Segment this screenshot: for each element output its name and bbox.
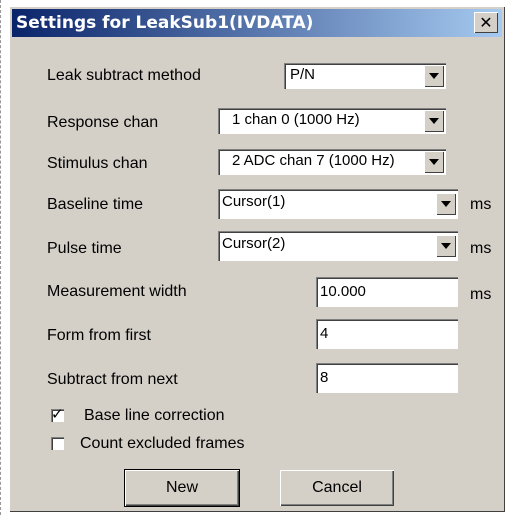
checkmark-icon: ✓ [51,406,64,423]
baseline-time-label: Baseline time [47,196,144,213]
baseline-correction-label[interactable]: Base line correction [84,406,225,426]
settings-dialog: Settings for LeakSub1(IVDATA) ✕ Leak sub… [9,6,505,512]
response-chan-value: 1 chan 0 (1000 Hz) [232,111,360,128]
baseline-time-combo[interactable]: Cursor(1) [218,189,458,219]
form-from-first-input[interactable] [320,323,454,343]
measurement-width-field[interactable] [316,277,458,307]
baseline-time-value: Cursor(1) [222,193,286,210]
close-icon: ✕ [479,13,493,32]
response-chan-label: Response chan [47,114,159,131]
dialog-title: Settings for LeakSub1(IVDATA) [16,13,314,33]
leak-method-label: Leak subtract method [47,67,201,84]
form-from-first-label: Form from first [47,327,151,344]
subtract-from-next-input[interactable] [320,367,454,387]
pulse-time-combo[interactable]: Cursor(2) [218,231,458,261]
form-from-first-field[interactable] [316,319,458,349]
stimulus-chan-label: Stimulus chan [47,155,148,172]
chevron-down-icon[interactable] [436,235,456,257]
background-dashed-line [0,0,2,515]
stimulus-chan-select[interactable]: 2 ADC chan 7 (1000 Hz) [218,149,446,175]
chevron-down-icon[interactable] [424,110,444,132]
title-bar[interactable]: Settings for LeakSub1(IVDATA) ✕ [12,9,502,37]
subtract-from-next-label: Subtract from next [47,371,178,388]
new-button[interactable]: New [124,469,240,507]
count-excluded-label[interactable]: Count excluded frames [80,434,245,454]
pulse-time-unit: ms [470,240,492,257]
cancel-button[interactable]: Cancel [280,470,394,506]
stimulus-chan-value: 2 ADC chan 7 (1000 Hz) [232,152,395,169]
pulse-time-label: Pulse time [47,240,122,257]
pulse-time-value: Cursor(2) [222,235,286,252]
measurement-width-input[interactable] [320,281,454,301]
baseline-correction-checkbox[interactable]: ✓ [51,406,64,423]
close-button[interactable]: ✕ [474,12,498,33]
subtract-from-next-field[interactable] [316,363,458,393]
count-excluded-checkbox[interactable] [51,437,64,450]
chevron-down-icon[interactable] [436,193,456,215]
leak-method-select[interactable]: P/N [284,63,446,89]
chevron-down-icon[interactable] [424,151,444,173]
measurement-width-label: Measurement width [47,283,187,300]
response-chan-select[interactable]: 1 chan 0 (1000 Hz) [218,108,446,134]
chevron-down-icon[interactable] [424,65,444,87]
leak-method-value: P/N [290,66,316,83]
measurement-width-unit: ms [470,286,492,303]
baseline-time-unit: ms [470,196,492,213]
